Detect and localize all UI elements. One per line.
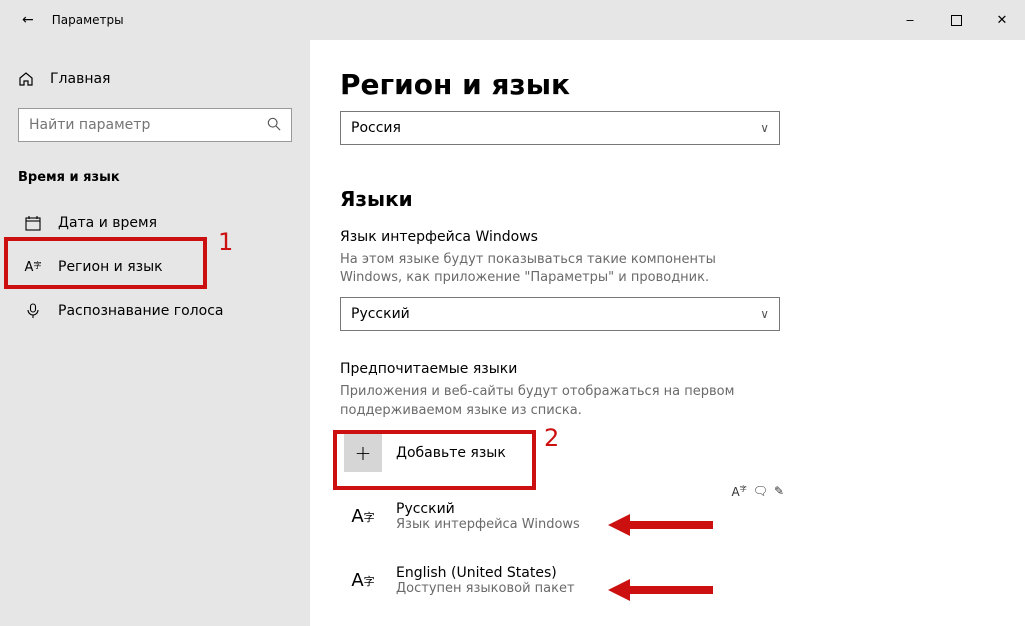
display-language-label: Язык интерфейса Windows — [340, 229, 975, 245]
chevron-down-icon: ∨ — [760, 307, 769, 321]
calendar-icon — [24, 215, 42, 231]
language-subtext: Язык интерфейса Windows — [396, 517, 580, 532]
preferred-languages-desc: Приложения и веб-сайты будут отображатьс… — [340, 383, 780, 419]
search-icon — [267, 116, 281, 135]
language-glyph-icon: A字 — [344, 562, 382, 600]
language-item-russian[interactable]: A字 Русский Язык интерфейса Windows A字 🗨 … — [340, 498, 780, 536]
language-name: Русский — [396, 501, 580, 517]
maximize-button[interactable] — [933, 0, 979, 40]
home-icon — [18, 71, 34, 87]
add-language-button[interactable]: + Добавьте язык — [340, 428, 536, 478]
sidebar-item-label: Дата и время — [58, 215, 157, 231]
language-name: English (United States) — [396, 565, 575, 581]
back-button[interactable]: ← — [22, 12, 34, 28]
country-dropdown[interactable]: Россия ∨ — [340, 111, 780, 145]
sidebar: Главная Время и язык Дата и время A字 Рег… — [0, 40, 310, 626]
nav-home-label: Главная — [50, 71, 110, 87]
page-title: Регион и язык — [340, 68, 975, 101]
display-language-value: Русский — [351, 306, 760, 322]
display-lang-badge-icon: A字 — [731, 484, 746, 499]
language-subtext: Доступен языковой пакет — [396, 581, 575, 596]
languages-heading: Языки — [340, 187, 975, 211]
main-panel: Регион и язык Россия ∨ Языки Язык интерф… — [310, 40, 1025, 626]
sidebar-item-date-time[interactable]: Дата и время — [18, 201, 292, 245]
preferred-languages-label: Предпочитаемые языки — [340, 361, 975, 377]
display-language-desc: На этом языке будут показываться такие к… — [340, 251, 780, 287]
sidebar-item-label: Распознавание голоса — [58, 303, 223, 319]
sidebar-item-label: Регион и язык — [58, 259, 163, 275]
sidebar-item-region-language[interactable]: A字 Регион и язык — [18, 245, 292, 289]
language-glyph-icon: A字 — [344, 498, 382, 536]
country-value: Россия — [351, 120, 760, 136]
minimize-button[interactable]: ‒ — [887, 0, 933, 40]
language-feature-badges: A字 🗨 ✎ — [731, 484, 784, 499]
handwriting-badge-icon: ✎ — [774, 484, 784, 499]
tts-badge-icon: 🗨 — [753, 484, 768, 499]
display-language-dropdown[interactable]: Русский ∨ — [340, 297, 780, 331]
microphone-icon — [24, 303, 42, 319]
sidebar-section-title: Время и язык — [18, 170, 292, 185]
window-title: Параметры — [52, 13, 124, 27]
language-icon: A字 — [24, 260, 42, 275]
sidebar-item-speech[interactable]: Распознавание голоса — [18, 289, 292, 333]
language-item-english-us[interactable]: A字 English (United States) Доступен язык… — [340, 562, 780, 600]
search-box[interactable] — [18, 108, 292, 142]
nav-home[interactable]: Главная — [18, 62, 292, 96]
chevron-down-icon: ∨ — [760, 121, 769, 135]
close-button[interactable]: ✕ — [979, 0, 1025, 40]
titlebar: ← Параметры ‒ ✕ — [0, 0, 1025, 40]
search-input[interactable] — [29, 117, 267, 133]
add-language-label: Добавьте язык — [396, 445, 506, 461]
plus-icon: + — [344, 434, 382, 472]
